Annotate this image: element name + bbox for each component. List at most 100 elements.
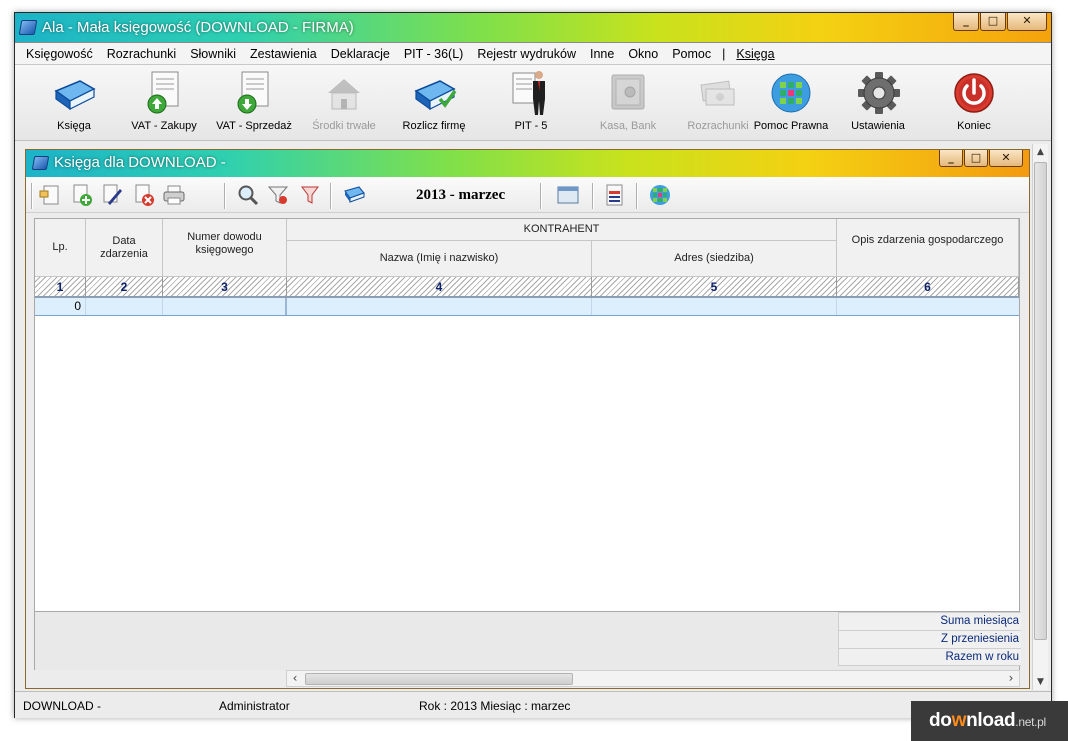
toolbar-separator (592, 183, 594, 209)
watermark-suffix: .net.pl (1015, 715, 1046, 729)
toolbar-ksiega-button[interactable]: Księga (29, 67, 119, 139)
toolbar-ustawienia-label: Ustawienia (851, 120, 905, 132)
column-number-label: 2 (120, 280, 128, 294)
gear-icon (858, 72, 900, 114)
cell-description[interactable] (837, 298, 1019, 315)
toolbar-srodki-trwale-label: Środki trwałe (312, 120, 376, 132)
status-company: DOWNLOAD - (23, 699, 101, 713)
column-number-label: 1 (56, 280, 64, 294)
legal-help-small-icon[interactable] (648, 183, 672, 207)
toolbar-kasa-bank-button[interactable]: Kasa, Bank (583, 67, 673, 139)
menu-inne[interactable]: Inne (583, 44, 621, 64)
menu-ksiegowosc[interactable]: Księgowość (19, 44, 100, 64)
status-bar: DOWNLOAD - Administrator Rok : 2013 Mies… (15, 691, 1051, 718)
download-watermark: download.net.pl (911, 701, 1068, 741)
toolbar-ksiega-label: Księga (57, 120, 91, 132)
ledger-window-title: Księga dla DOWNLOAD - (54, 154, 226, 171)
column-number-label: 4 (435, 280, 443, 294)
add-document-icon[interactable] (70, 183, 94, 207)
period-label: 2013 - marzec (416, 187, 506, 203)
edit-document-icon[interactable] (100, 183, 124, 207)
ledger-toolbar: 2013 - marzec (26, 177, 1029, 213)
column-number-label: 5 (710, 280, 718, 294)
vertical-scroll-thumb[interactable] (1034, 162, 1047, 640)
toolbar-rozlicz-firme-label: Rozlicz firmę (402, 120, 466, 132)
horizontal-scrollbar[interactable]: ‹ › (286, 670, 1020, 687)
open-document-icon[interactable] (38, 183, 62, 207)
scroll-down-icon[interactable]: ▼ (1033, 674, 1048, 690)
header-lp[interactable]: Lp. (35, 219, 86, 277)
scroll-left-icon[interactable]: ‹ (287, 671, 303, 686)
header-date[interactable]: Data zdarzenia (86, 219, 163, 277)
toolbar-kasa-bank-label: Kasa, Bank (599, 120, 657, 132)
toolbar-separator (330, 183, 332, 209)
cell-address[interactable] (592, 298, 837, 315)
toolbar-vat-sprzedaz-label: VAT - Sprzedaż (216, 120, 292, 132)
menu-rejestr-wydrukow[interactable]: Rejestr wydruków (470, 44, 583, 64)
header-description[interactable]: Opis zdarzenia gospodarczego (837, 219, 1019, 277)
filter-icon[interactable] (266, 183, 290, 207)
column-number: 1 (35, 277, 86, 297)
minimize-icon: _ (948, 151, 954, 164)
clear-filter-icon[interactable] (298, 183, 322, 207)
toolbar-separator (31, 183, 33, 209)
toolbar-pomoc-prawna-button[interactable]: Pomoc Prawna (746, 67, 836, 139)
ledger-title-bar[interactable]: Księga dla DOWNLOAD - _ □ ✕ (26, 150, 1029, 177)
cell-lp[interactable]: 0 (35, 298, 86, 315)
toolbar-rozlicz-firme-button[interactable]: Rozlicz firmę (389, 67, 479, 139)
toolbar-koniec-button[interactable]: Koniec (929, 67, 1019, 139)
scroll-right-icon[interactable]: › (1003, 671, 1019, 686)
horizontal-scroll-thumb[interactable] (305, 673, 573, 685)
cell-doc-number[interactable] (163, 298, 287, 315)
toolbar-vat-zakupy-button[interactable]: VAT - Zakupy (119, 67, 209, 139)
menu-pit36[interactable]: PIT - 36(L) (397, 44, 471, 64)
toolbar-koniec-label: Koniec (957, 120, 991, 132)
title-bar[interactable]: Ala - Mała księgowość (DOWNLOAD - FIRMA)… (15, 13, 1051, 43)
maximize-button[interactable]: □ (980, 13, 1006, 31)
header-doc-number[interactable]: Numer dowodu księgowego (163, 219, 287, 277)
menu-rozrachunki[interactable]: Rozrachunki (100, 44, 183, 64)
watermark-text: download.net.pl (929, 710, 1046, 732)
menu-ksiega[interactable]: Księga (729, 44, 781, 64)
cell-date[interactable] (86, 298, 163, 315)
delete-document-icon[interactable] (132, 183, 156, 207)
ledger-minimize-button[interactable]: _ (939, 150, 963, 167)
toolbar-srodki-trwale-button[interactable]: Środki trwałe (299, 67, 389, 139)
power-icon (954, 73, 994, 113)
close-button[interactable]: ✕ (1007, 13, 1047, 31)
header-address[interactable]: Adres (siedziba) (592, 241, 837, 277)
minimize-button[interactable]: _ (953, 13, 979, 31)
ledger-maximize-button[interactable]: □ (964, 150, 988, 167)
window-title: Ala - Mała księgowość (DOWNLOAD - FIRMA) (42, 19, 354, 36)
summary-panel: Suma miesiąca Z przeniesienia Razem w ro… (34, 612, 1021, 670)
toolbar-pit5-label: PIT - 5 (514, 120, 548, 132)
window-view-icon[interactable] (556, 183, 580, 207)
search-icon[interactable] (236, 183, 260, 207)
maximize-icon: □ (987, 14, 999, 27)
pit5-icon (512, 71, 545, 115)
cell-name[interactable] (287, 298, 592, 315)
toolbar-ustawienia-button[interactable]: Ustawienia (833, 67, 923, 139)
header-name[interactable]: Nazwa (Imię i nazwisko) (287, 241, 592, 277)
ledger-close-button[interactable]: ✕ (989, 150, 1023, 167)
report-icon[interactable] (602, 183, 626, 207)
calendar-icon[interactable] (342, 183, 366, 207)
menu-deklaracje[interactable]: Deklaracje (324, 44, 397, 64)
menu-slowniki[interactable]: Słowniki (183, 44, 243, 64)
table-row[interactable]: 0 (35, 297, 1019, 316)
toolbar-pit5-button[interactable]: PIT - 5 (486, 67, 576, 139)
header-contractor[interactable]: KONTRAHENT (287, 219, 837, 241)
toolbar-vat-sprzedaz-button[interactable]: VAT - Sprzedaż (209, 67, 299, 139)
column-number: 2 (86, 277, 163, 297)
vertical-scrollbar[interactable]: ▲ ▼ (1032, 144, 1048, 690)
menu-okno[interactable]: Okno (621, 44, 665, 64)
column-number: 3 (163, 277, 287, 297)
menu-pomoc[interactable]: Pomoc (665, 44, 718, 64)
menu-zestawienia[interactable]: Zestawienia (243, 44, 324, 64)
toolbar-separator (540, 183, 542, 209)
scroll-up-icon[interactable]: ▲ (1033, 144, 1048, 160)
minimize-icon: _ (963, 14, 969, 27)
print-icon[interactable] (162, 183, 186, 207)
close-icon: ✕ (1001, 151, 1011, 164)
money-icon (700, 80, 735, 106)
